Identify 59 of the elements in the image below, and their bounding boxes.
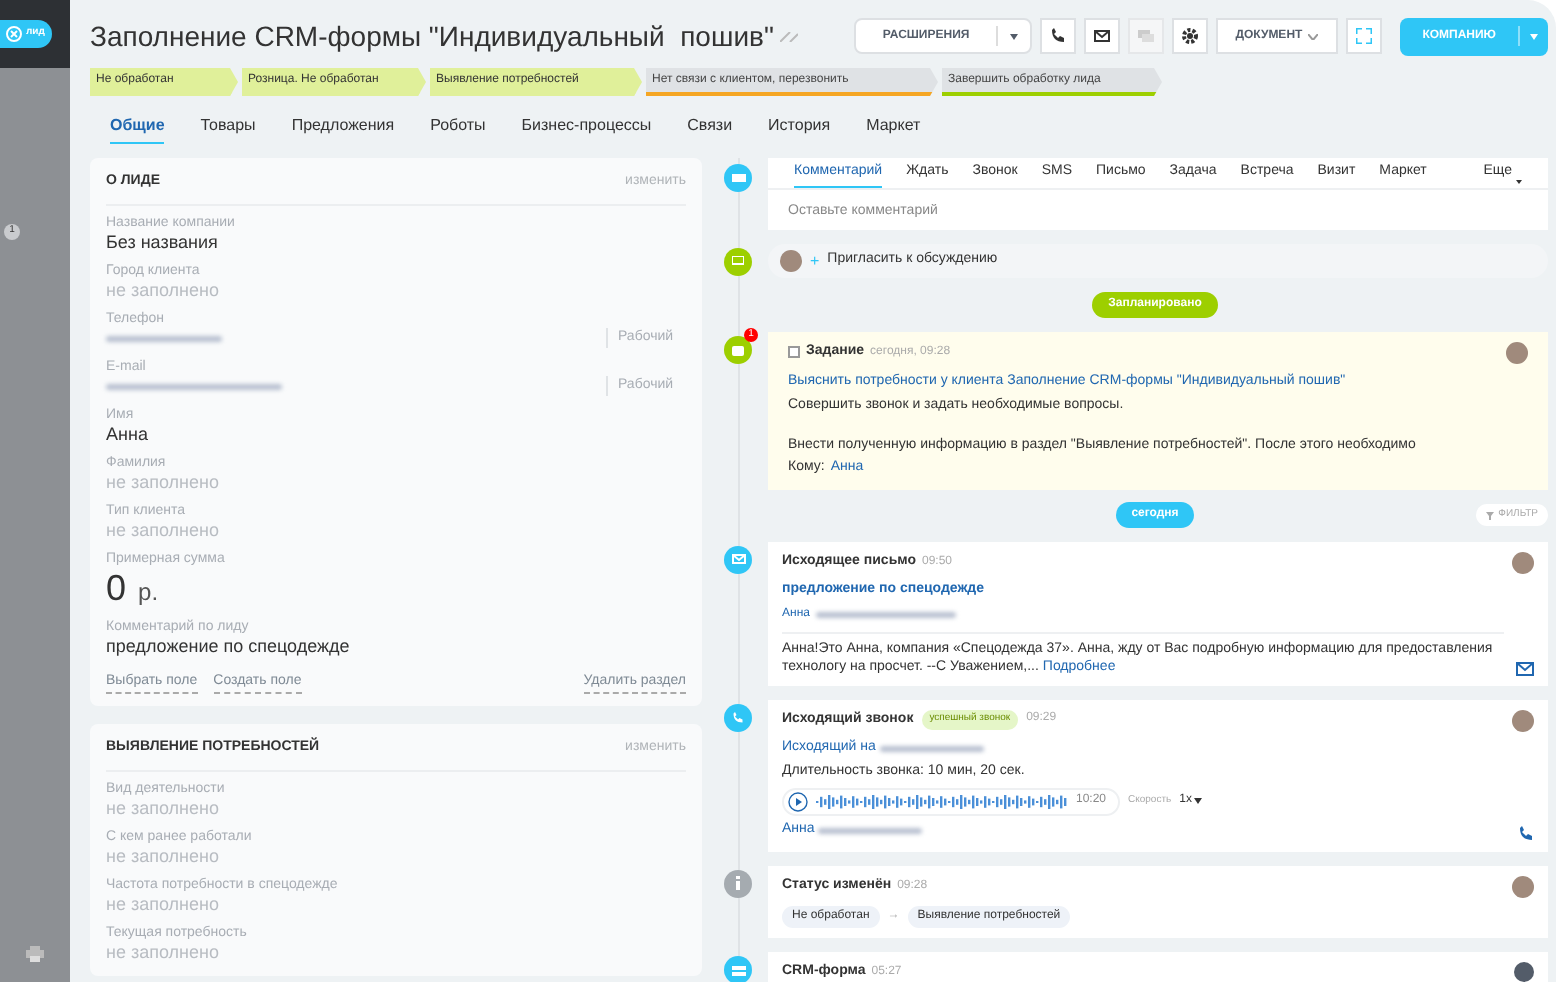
- pencil-icon: [779, 31, 798, 41]
- form-glyph-icon: [731, 965, 745, 975]
- phone-icon: [1518, 825, 1534, 841]
- play-icon: [788, 791, 808, 811]
- blurred-text: [106, 335, 222, 341]
- envelope-icon: [731, 554, 745, 564]
- close-icon: [6, 26, 22, 42]
- avatar-icon: [1506, 342, 1528, 364]
- envelope-icon: [1093, 30, 1110, 42]
- tab[interactable]: История: [768, 114, 831, 142]
- field-value: не заполнено: [106, 941, 221, 963]
- tab[interactable]: Предложения: [291, 114, 395, 142]
- field-value: не заполнено: [106, 845, 221, 867]
- blurred-text: [879, 746, 984, 752]
- blurred-text: [818, 827, 923, 833]
- task-checkbox[interactable]: [788, 346, 800, 359]
- caret-icon: [1009, 33, 1018, 39]
- filter-icon: [1486, 511, 1495, 519]
- field-value: не заполнено: [106, 893, 221, 915]
- field-value: Анна: [106, 423, 150, 445]
- tab[interactable]: Общие: [110, 114, 165, 144]
- currency-label: р.: [138, 575, 159, 609]
- printer-icon: [26, 946, 44, 962]
- field-value: не заполнено: [106, 797, 221, 819]
- field-value: Без названия: [106, 231, 220, 253]
- chat-icon: [1137, 30, 1154, 42]
- chat-glyph-icon: [732, 256, 744, 266]
- blurred-text: [815, 611, 956, 617]
- tab[interactable]: Связи: [687, 114, 733, 142]
- phone-icon: [732, 711, 744, 723]
- fullscreen-icon: [1356, 28, 1373, 44]
- caret-icon: [1516, 179, 1522, 184]
- field-value: не заполнено: [106, 471, 221, 493]
- comment-glyph-icon: [731, 173, 745, 183]
- field-value: не заполнено: [106, 519, 221, 541]
- avatar-icon: [1512, 551, 1534, 573]
- tab[interactable]: Роботы: [430, 114, 486, 142]
- tab[interactable]: Маркет: [866, 114, 921, 142]
- avatar-icon: [1512, 709, 1534, 731]
- settings-button[interactable]: [1171, 18, 1208, 54]
- phone-button[interactable]: [1039, 18, 1076, 54]
- caret-icon: [1530, 33, 1538, 39]
- settings-icon: [1181, 28, 1198, 44]
- phone-icon: [1049, 28, 1066, 44]
- mail-button[interactable]: [1083, 18, 1120, 54]
- task-glyph-icon: [732, 345, 744, 355]
- chevron-icon: [1308, 33, 1319, 39]
- user-icon: [1514, 962, 1534, 982]
- envelope-icon: [1516, 661, 1534, 675]
- tab[interactable]: Товары: [200, 114, 256, 142]
- avatar-icon: [780, 250, 802, 272]
- amount-value: 0: [106, 567, 127, 607]
- page-title: Заполнение CRM-формы "Индивидуальный пошив": [90, 17, 774, 56]
- field-value: предложение по спецодежде: [106, 635, 352, 657]
- caret-icon: [1193, 798, 1202, 804]
- tab[interactable]: Бизнес-процессы: [521, 114, 652, 142]
- field-value: не заполнено: [106, 279, 221, 301]
- avatar-icon: [1512, 875, 1534, 897]
- plus-icon: +: [810, 253, 820, 269]
